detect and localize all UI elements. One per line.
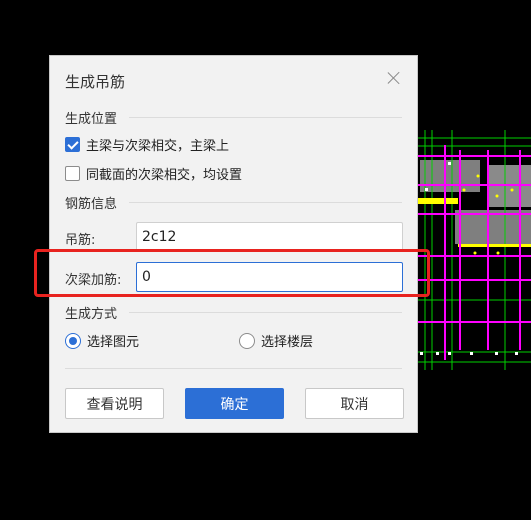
extra-rebar-label: 次梁加筋: [65, 273, 122, 288]
section-divider [129, 117, 402, 118]
section-method-label: 生成方式 [65, 307, 118, 322]
extra-rebar-input[interactable]: 0 [136, 262, 403, 292]
section-divider [129, 312, 402, 313]
section-position-label: 生成位置 [65, 112, 118, 127]
ok-button[interactable]: 确定 [185, 388, 284, 419]
section-divider [129, 202, 402, 203]
option-main-secondary[interactable]: 主梁与次梁相交，主梁上 [65, 135, 229, 154]
section-rebar-info-label: 钢筋信息 [65, 197, 118, 212]
hanger-input[interactable]: 2c12 [136, 222, 403, 252]
radio-select-floor-label: 选择楼层 [261, 335, 314, 350]
hanger-label: 吊筋: [65, 233, 96, 248]
radio-unchecked-icon[interactable] [239, 332, 255, 349]
dialog-title: 生成吊筋 [65, 73, 126, 91]
cancel-button[interactable]: 取消 [305, 388, 404, 419]
radio-select-element-label: 选择图元 [87, 335, 140, 350]
help-button[interactable]: 查看说明 [65, 388, 164, 419]
radio-select-floor[interactable]: 选择楼层 [239, 331, 313, 350]
generate-hanger-bar-dialog: 生成吊筋 生成位置 主梁与次梁相交，主梁上 同截面的次梁相交，均设置 钢筋信息 … [49, 55, 418, 433]
close-icon[interactable] [385, 69, 403, 87]
footer-divider [65, 368, 402, 369]
checkbox-unchecked-icon[interactable] [65, 166, 80, 181]
radio-checked-icon[interactable] [65, 332, 81, 349]
radio-select-element[interactable]: 选择图元 [65, 331, 139, 350]
option-same-section[interactable]: 同截面的次梁相交，均设置 [65, 164, 242, 183]
option-same-section-label: 同截面的次梁相交，均设置 [86, 168, 243, 183]
option-main-secondary-label: 主梁与次梁相交，主梁上 [86, 139, 230, 154]
checkbox-checked-icon[interactable] [65, 137, 80, 152]
